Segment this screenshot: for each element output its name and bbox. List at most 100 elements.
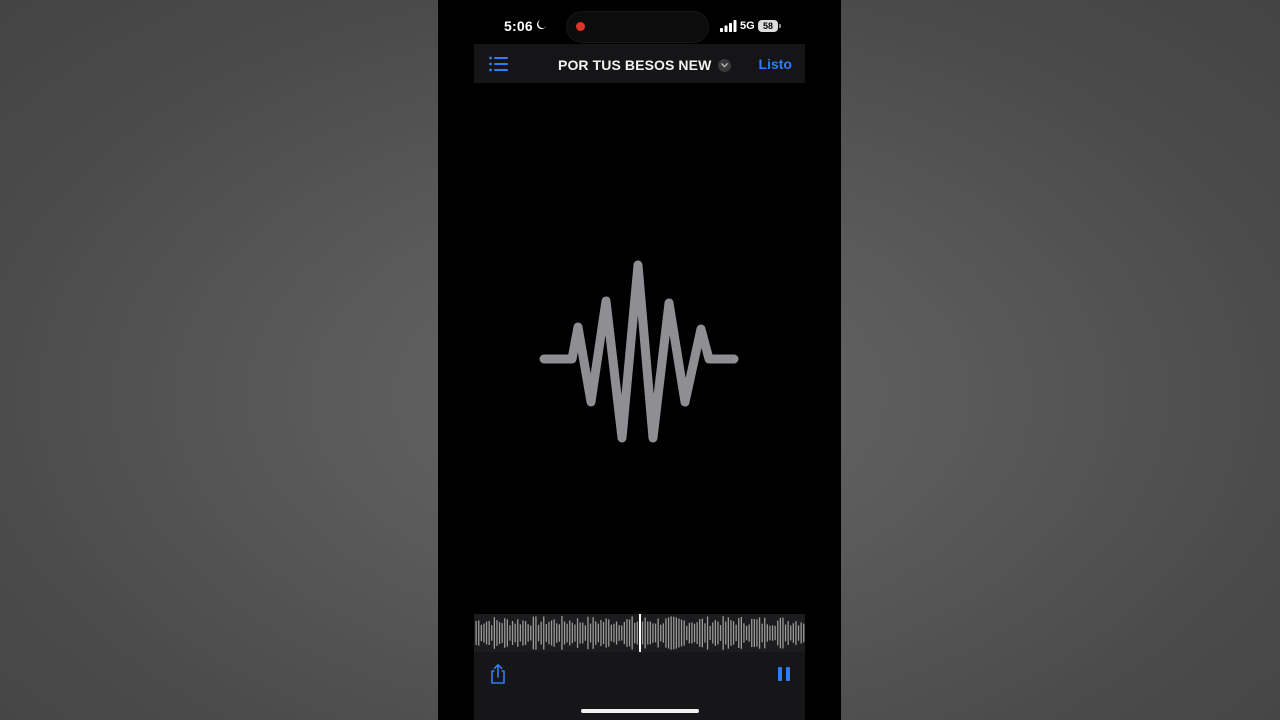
timeline-bar (688, 622, 690, 644)
timeline-bar (511, 621, 514, 645)
timeline-bar (709, 625, 711, 640)
timeline-bar (675, 617, 677, 649)
timeline-bar (712, 622, 714, 644)
timeline-bar (761, 623, 763, 643)
timeline-bar (615, 621, 618, 645)
timeline-bar (569, 620, 571, 646)
timeline-bar (605, 618, 607, 648)
timeline-bar (592, 617, 594, 649)
playhead[interactable] (639, 614, 641, 652)
timeline-bar (691, 622, 693, 644)
timeline-bar (537, 624, 540, 642)
timeline-bar (556, 623, 558, 643)
timeline-bar (553, 619, 555, 647)
done-button[interactable]: Listo (759, 56, 792, 72)
timeline-bar (779, 617, 781, 649)
home-indicator[interactable] (581, 709, 699, 713)
timeline-bar (680, 619, 683, 647)
timeline-bar (527, 624, 529, 642)
timeline-bar (535, 616, 537, 650)
timeline-bar (784, 624, 787, 642)
timeline-bar (621, 625, 623, 641)
timeline-bar (800, 622, 802, 644)
recording-title: POR TUS BESOS NEW (558, 57, 712, 73)
timeline-bar (722, 616, 724, 650)
waveform-icon (539, 260, 739, 443)
timeline-bar (706, 616, 709, 650)
timeline-bar (576, 618, 579, 648)
timeline-bar (600, 620, 602, 647)
timeline-bar (509, 625, 511, 641)
timeline-bar (644, 617, 646, 649)
timeline-bar (483, 623, 485, 643)
pause-icon[interactable] (777, 666, 791, 682)
timeline-bar (735, 624, 737, 642)
battery-icon: 58 (758, 20, 778, 32)
timeline-bar (701, 618, 703, 648)
timeline-waveform (475, 614, 805, 652)
battery-tip (779, 24, 781, 28)
timeline-bar (743, 623, 745, 643)
list-icon[interactable] (488, 54, 510, 74)
timeline-bar (730, 620, 732, 646)
timeline-bar (485, 621, 488, 645)
timeline-bar (673, 616, 675, 650)
timeline-bar (748, 624, 750, 642)
timeline-bar (686, 625, 688, 641)
timeline-bar (613, 623, 615, 643)
timeline-bar (582, 622, 584, 644)
recording-title-menu[interactable]: POR TUS BESOS NEW (558, 55, 732, 75)
timeline-bar (519, 624, 521, 642)
timeline-bar (764, 617, 766, 649)
timeline-bar (636, 621, 638, 645)
timeline-bar (634, 622, 636, 644)
timeline-bar (660, 624, 662, 642)
timeline-bar (725, 621, 727, 645)
timeline-bar (790, 625, 792, 641)
timeline-bar (506, 619, 508, 647)
timeline-bar (587, 616, 589, 650)
timeline-bar (782, 617, 784, 649)
timeline-bar (517, 619, 519, 647)
timeline-bar (699, 619, 701, 647)
timeline-bar (641, 621, 644, 645)
timeline-bar (540, 621, 542, 645)
timeline-bar (771, 625, 774, 641)
timeline-bar (693, 623, 696, 643)
timeline-bar (766, 624, 768, 642)
timeline-bar (488, 620, 490, 645)
timeline-bar (595, 621, 597, 645)
timeline-bar (649, 621, 651, 645)
timeline-bar (602, 622, 605, 644)
timeline-bar (493, 617, 495, 649)
moon-icon (536, 20, 546, 30)
timeline-bar (714, 620, 716, 646)
timeline-bar (478, 620, 480, 646)
dynamic-island[interactable] (566, 11, 709, 43)
timeline-bar (532, 616, 534, 650)
status-time: 5:06 (504, 18, 533, 34)
timeline-bar (475, 621, 477, 645)
timeline-bar (662, 623, 664, 643)
timeline-bar (626, 619, 628, 647)
timeline-bar (628, 619, 631, 647)
timeline-bar (727, 617, 729, 649)
timeline-bar (571, 622, 573, 644)
share-icon[interactable] (488, 663, 508, 685)
timeline-bar (774, 625, 776, 641)
timeline-bar (654, 623, 657, 643)
timeline-bar (704, 623, 706, 643)
timeline-bar (579, 622, 581, 644)
timeline-bar (797, 625, 800, 641)
phone-screen: 5:06 5G 58 POR TUS BESOS NEW Listo (438, 0, 841, 720)
timeline-bar (769, 625, 771, 641)
timeline-bar (732, 621, 735, 645)
timeline-bar (665, 618, 667, 648)
timeline-bar (753, 619, 755, 647)
timeline-bar (652, 623, 654, 643)
timeline-bar (550, 620, 553, 646)
waveform-timeline[interactable] (474, 614, 805, 652)
timeline-bar (792, 623, 794, 643)
timeline-bar (491, 625, 493, 641)
timeline-bar (574, 624, 576, 642)
